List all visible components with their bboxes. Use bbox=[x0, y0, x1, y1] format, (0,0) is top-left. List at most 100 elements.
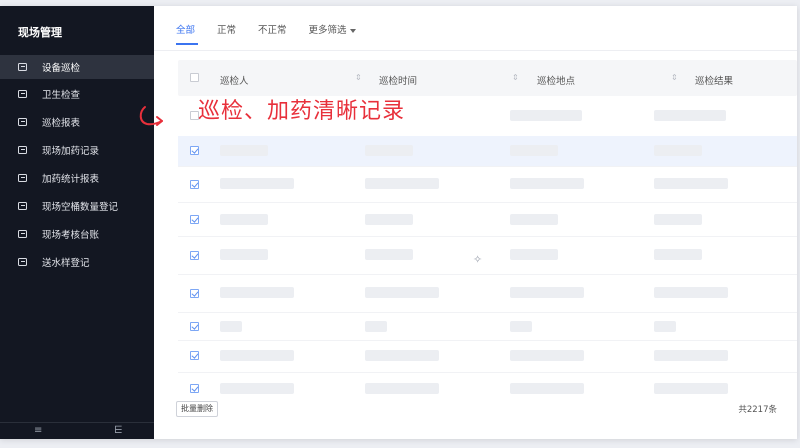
row-checkbox[interactable] bbox=[190, 251, 199, 260]
row-checkbox[interactable] bbox=[190, 322, 199, 331]
loading-placeholder bbox=[510, 249, 558, 260]
column-header-time[interactable]: 巡检时间 bbox=[379, 73, 417, 87]
loading-placeholder bbox=[510, 287, 584, 298]
row-checkbox[interactable] bbox=[190, 215, 199, 224]
loading-placeholder bbox=[654, 110, 726, 121]
column-header-result[interactable]: 巡检结果 bbox=[695, 73, 733, 87]
loading-placeholder bbox=[365, 145, 413, 156]
sidebar-item-water-sample[interactable]: 送水样登记 bbox=[0, 250, 154, 274]
loading-placeholder bbox=[220, 249, 268, 260]
loading-placeholder bbox=[365, 249, 413, 260]
loading-placeholder bbox=[654, 178, 728, 189]
row-checkbox[interactable] bbox=[190, 180, 199, 189]
loading-placeholder bbox=[510, 214, 558, 225]
sidebar-item-equipment-inspection[interactable]: 设备巡检 bbox=[0, 55, 154, 79]
sort-icon[interactable]: ⇕ bbox=[671, 73, 678, 82]
select-all-checkbox[interactable] bbox=[190, 73, 199, 82]
sidebar-item-hygiene-check[interactable]: 卫生检查 bbox=[0, 82, 154, 106]
loading-placeholder bbox=[510, 145, 558, 156]
sidebar-item-label: 巡检报表 bbox=[42, 118, 81, 129]
loading-placeholder bbox=[220, 321, 242, 332]
folder-icon bbox=[18, 258, 27, 266]
folder-icon bbox=[18, 118, 27, 126]
sidebar-item-label: 现场空桶数量登记 bbox=[42, 202, 119, 213]
table-row[interactable] bbox=[178, 312, 797, 341]
loading-placeholder bbox=[654, 214, 702, 225]
folder-icon bbox=[18, 230, 27, 238]
loading-placeholder bbox=[220, 214, 268, 225]
loading-placeholder bbox=[654, 383, 728, 394]
tab-abnormal[interactable]: 不正常 bbox=[258, 22, 287, 41]
table-row[interactable] bbox=[178, 236, 797, 275]
row-checkbox[interactable] bbox=[190, 384, 199, 393]
batch-delete-button[interactable]: 批量删除 bbox=[176, 401, 218, 417]
folder-icon bbox=[18, 174, 27, 182]
sidebar-item-assessment-ledger[interactable]: 现场考核台账 bbox=[0, 222, 154, 246]
sidebar-item-label: 卫生检查 bbox=[42, 90, 81, 101]
loading-placeholder bbox=[654, 287, 728, 298]
column-header-location[interactable]: 巡检地点 bbox=[537, 73, 575, 87]
collapse-menu-icon[interactable]: ≡ bbox=[34, 425, 42, 436]
chevron-down-icon bbox=[349, 28, 356, 33]
sidebar-title: 现场管理 bbox=[18, 26, 62, 39]
loading-placeholder bbox=[654, 350, 728, 361]
loading-placeholder bbox=[510, 110, 582, 121]
loading-placeholder bbox=[510, 350, 584, 361]
tab-more-filters[interactable]: 更多筛选 bbox=[309, 22, 356, 41]
folder-icon bbox=[18, 63, 27, 71]
sidebar-item-dosing-record[interactable]: 现场加药记录 bbox=[0, 138, 154, 162]
divider bbox=[154, 50, 797, 51]
loading-placeholder bbox=[510, 321, 532, 332]
main-content: 全部 正常 不正常 更多筛选 巡检人 ⇕ 巡检时间 ⇕ 巡检地点 ⇕ 巡检结果 bbox=[154, 6, 797, 439]
loading-placeholder bbox=[220, 287, 294, 298]
loading-placeholder bbox=[654, 145, 702, 156]
sort-icon[interactable]: ⇕ bbox=[355, 73, 362, 82]
inspection-table: 巡检人 ⇕ 巡检时间 ⇕ 巡检地点 ⇕ 巡检结果 bbox=[178, 60, 797, 394]
sidebar-item-label: 设备巡检 bbox=[42, 63, 81, 74]
sidebar: 现场管理 设备巡检 卫生检查 巡检报表 现场加药记录 加药统计报表 现场空桶数量… bbox=[0, 6, 154, 439]
tab-all[interactable]: 全部 bbox=[176, 22, 195, 41]
table-row[interactable] bbox=[178, 202, 797, 237]
total-count: 共2217条 bbox=[738, 405, 777, 415]
loading-placeholder bbox=[510, 383, 584, 394]
tab-normal[interactable]: 正常 bbox=[217, 22, 236, 41]
sidebar-item-inspection-report[interactable]: 巡检报表 bbox=[0, 110, 154, 134]
folder-icon bbox=[18, 146, 27, 154]
sort-icon[interactable]: ⇕ bbox=[512, 73, 519, 82]
sidebar-item-dosing-stats[interactable]: 加药统计报表 bbox=[0, 166, 154, 190]
loading-placeholder bbox=[510, 178, 584, 189]
sparkle-icon: ✧ bbox=[473, 253, 483, 266]
sidebar-footer: ≡ ⋿ bbox=[0, 422, 154, 439]
loading-placeholder bbox=[365, 214, 413, 225]
expand-menu-icon[interactable]: ⋿ bbox=[114, 425, 123, 436]
annotation-arrow-icon bbox=[139, 106, 163, 126]
app-window: 现场管理 设备巡检 卫生检查 巡检报表 现场加药记录 加药统计报表 现场空桶数量… bbox=[0, 6, 797, 439]
table-row[interactable] bbox=[178, 136, 797, 167]
loading-placeholder bbox=[220, 350, 294, 361]
sidebar-item-label: 现场考核台账 bbox=[42, 230, 100, 241]
loading-placeholder bbox=[365, 287, 439, 298]
sidebar-item-label: 加药统计报表 bbox=[42, 174, 100, 185]
active-tab-indicator bbox=[176, 43, 198, 45]
row-checkbox[interactable] bbox=[190, 146, 199, 155]
loading-placeholder bbox=[365, 178, 439, 189]
loading-placeholder bbox=[654, 249, 702, 260]
annotation-callout: 巡检、加药清晰记录 bbox=[198, 99, 406, 124]
tab-more-filters-label: 更多筛选 bbox=[308, 25, 347, 36]
table-row[interactable] bbox=[178, 166, 797, 203]
table-row[interactable] bbox=[178, 372, 797, 396]
row-checkbox[interactable] bbox=[190, 351, 199, 360]
row-checkbox[interactable] bbox=[190, 289, 199, 298]
column-header-inspector[interactable]: 巡检人 bbox=[220, 73, 249, 87]
loading-placeholder bbox=[365, 321, 387, 332]
loading-placeholder bbox=[220, 145, 268, 156]
loading-placeholder bbox=[365, 383, 439, 394]
table-row[interactable] bbox=[178, 340, 797, 373]
loading-placeholder bbox=[365, 350, 439, 361]
loading-placeholder bbox=[220, 178, 294, 189]
sidebar-item-label: 送水样登记 bbox=[42, 258, 90, 269]
loading-placeholder bbox=[654, 321, 676, 332]
table-row[interactable] bbox=[178, 274, 797, 313]
folder-icon bbox=[18, 202, 27, 210]
sidebar-item-empty-barrel[interactable]: 现场空桶数量登记 bbox=[0, 194, 154, 218]
